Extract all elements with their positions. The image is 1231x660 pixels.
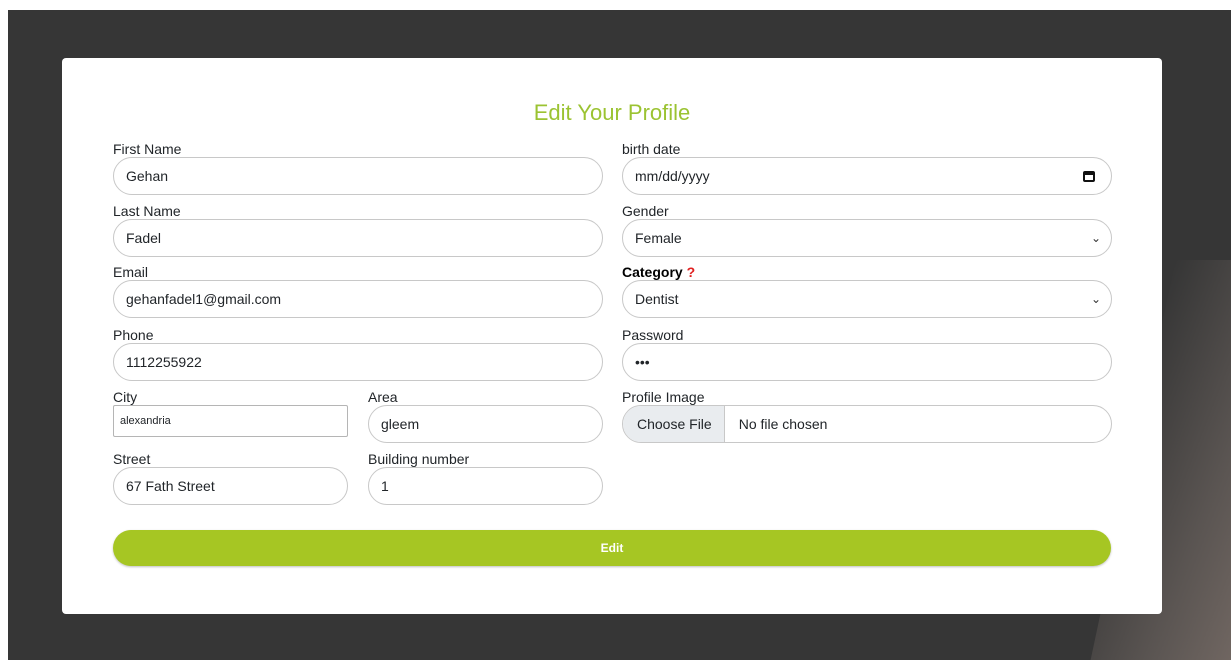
building-number-field[interactable]: 1	[368, 467, 603, 505]
birth-date-label: birth date	[622, 141, 681, 157]
password-label: Password	[622, 327, 684, 343]
edit-button[interactable]: Edit	[113, 530, 1111, 566]
gender-value: Female	[635, 230, 682, 246]
profile-image-input[interactable]: Choose File No file chosen	[622, 405, 1112, 443]
birth-date-value: mm/dd/yyyy	[635, 168, 710, 184]
phone-label: Phone	[113, 327, 154, 343]
category-value: Dentist	[635, 291, 679, 307]
street-value: 67 Fath Street	[126, 478, 215, 494]
first-name-field[interactable]: Gehan	[113, 157, 603, 195]
phone-value: 1112255922	[126, 354, 202, 370]
category-label: Category ?	[622, 264, 695, 280]
email-value: gehanfadel1@gmail.com	[126, 291, 282, 307]
building-number-value: 1	[381, 478, 389, 494]
first-name-value: Gehan	[126, 168, 169, 184]
category-select[interactable]: Dentist ⌄	[622, 280, 1112, 318]
last-name-field[interactable]: Fadel	[113, 219, 603, 257]
password-field[interactable]: •••	[622, 343, 1112, 381]
street-label: Street	[113, 451, 151, 467]
last-name-value: Fadel	[126, 230, 162, 246]
required-mark: ?	[686, 264, 696, 280]
choose-file-button[interactable]: Choose File	[623, 406, 725, 442]
phone-field[interactable]: 1112255922	[113, 343, 603, 381]
page-title: Edit Your Profile	[533, 100, 691, 125]
gender-label: Gender	[622, 203, 669, 219]
edit-profile-card: Edit Your Profile First Name Gehan Last …	[62, 58, 1162, 614]
city-field[interactable]: alexandria	[113, 405, 348, 437]
area-value: gleem	[381, 416, 420, 432]
city-label: City	[113, 389, 138, 405]
category-label-text: Category	[622, 264, 683, 280]
file-status: No file chosen	[738, 416, 828, 432]
building-number-label: Building number	[368, 451, 470, 467]
area-label: Area	[368, 389, 398, 405]
chevron-down-icon: ⌄	[1090, 292, 1101, 306]
birth-date-field[interactable]: mm/dd/yyyy	[622, 157, 1112, 195]
last-name-label: Last Name	[113, 203, 181, 219]
password-value: •••	[635, 354, 650, 370]
email-field[interactable]: gehanfadel1@gmail.com	[113, 280, 603, 318]
email-label: Email	[113, 264, 149, 280]
street-field[interactable]: 67 Fath Street	[113, 467, 348, 505]
profile-image-label: Profile Image	[622, 389, 705, 405]
gender-select[interactable]: Female ⌄	[622, 219, 1112, 257]
city-value: alexandria	[120, 415, 171, 427]
first-name-label: First Name	[113, 141, 182, 157]
area-field[interactable]: gleem	[368, 405, 603, 443]
calendar-icon[interactable]	[1083, 170, 1095, 182]
chevron-down-icon: ⌄	[1090, 231, 1101, 245]
